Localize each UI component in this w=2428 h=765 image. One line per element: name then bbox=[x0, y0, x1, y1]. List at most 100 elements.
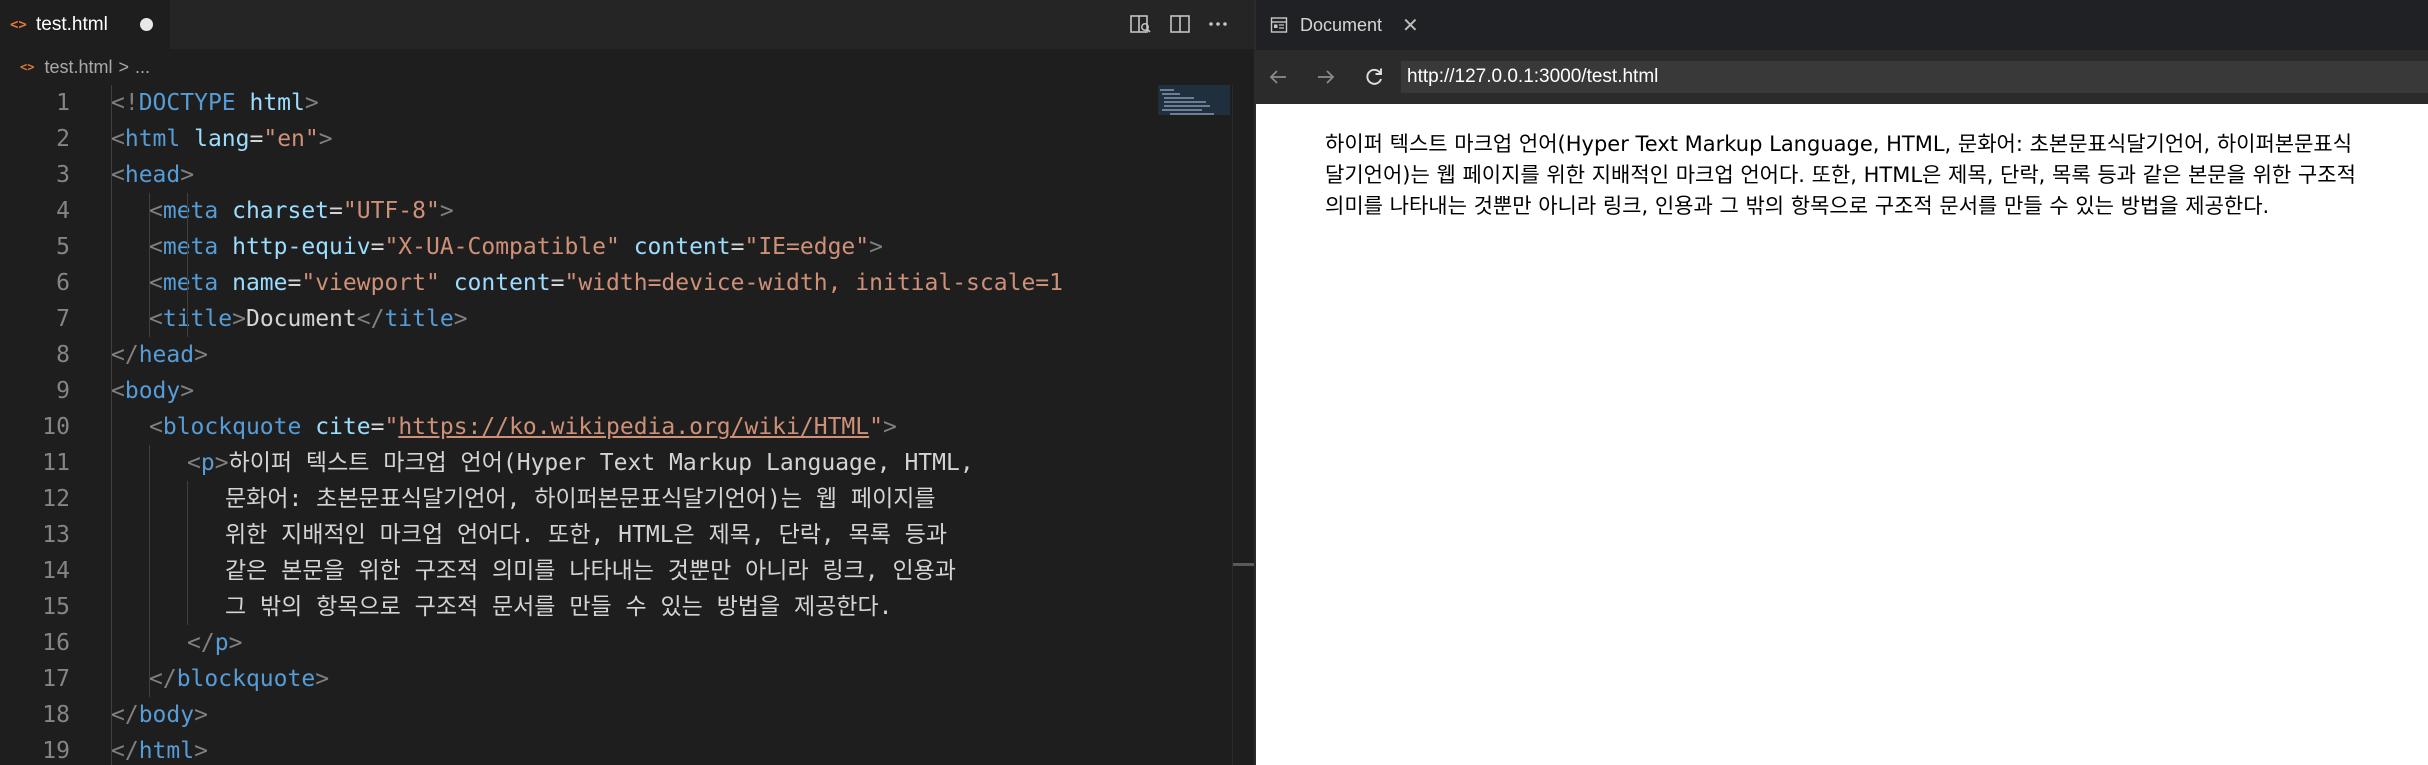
breadcrumb-separator: > bbox=[118, 56, 129, 77]
breadcrumb-more[interactable]: ... bbox=[135, 57, 150, 78]
code-token: html bbox=[124, 126, 181, 152]
code-line[interactable]: 3 <head> bbox=[0, 157, 1150, 193]
code-token: < bbox=[149, 198, 163, 224]
code-line[interactable]: 4 <meta charset="UTF-8"> bbox=[0, 193, 1150, 229]
code-token: > bbox=[869, 234, 883, 260]
code-token: > bbox=[882, 414, 897, 440]
code-text: 그 밖의 항목으로 구조적 문서를 만들 수 있는 방법을 제공한다. bbox=[225, 589, 892, 625]
code-line[interactable]: 2 <html lang="en"> bbox=[0, 121, 1150, 157]
code-token: = bbox=[287, 270, 302, 296]
line-number: 13 bbox=[42, 522, 70, 548]
code-token: = bbox=[329, 198, 343, 224]
code-token: </ bbox=[111, 702, 139, 728]
line-number: 11 bbox=[42, 450, 70, 476]
code-area[interactable]: 1 <!DOCTYPE html> 2 <html lang="en"> 3 <head>… bbox=[0, 85, 1150, 765]
code-token: charset bbox=[218, 198, 330, 224]
code-token: " bbox=[869, 414, 883, 440]
code-token: meta bbox=[162, 198, 219, 224]
code-token: > bbox=[180, 162, 195, 188]
code-token: head bbox=[138, 342, 195, 368]
code-token: p bbox=[200, 450, 215, 476]
code-token: = bbox=[370, 234, 385, 260]
code-line[interactable]: 13 위한 지배적인 마크업 언어다. 또한, HTML은 제목, 단락, 목록 … bbox=[0, 517, 1150, 553]
code-line[interactable]: 16 </p> bbox=[0, 625, 1150, 661]
more-actions-icon[interactable] bbox=[1206, 12, 1230, 36]
indent-guide bbox=[149, 193, 150, 337]
code-line[interactable]: 9 <body> bbox=[0, 373, 1150, 409]
line-number: 12 bbox=[42, 486, 70, 512]
browser-tab-document[interactable]: Document ✕ bbox=[1256, 0, 1430, 50]
code-text: <body> bbox=[111, 373, 194, 409]
code-token: https://ko.wikipedia.org/wiki/HTML bbox=[398, 414, 870, 440]
code-text: 위한 지배적인 마크업 언어다. 또한, HTML은 제목, 단락, 목록 등과 bbox=[225, 517, 947, 553]
line-number: 6 bbox=[56, 270, 70, 296]
code-text: <!DOCTYPE html> bbox=[111, 85, 319, 121]
code-token: <! bbox=[111, 90, 139, 116]
editor-scrollbar[interactable] bbox=[1232, 85, 1255, 765]
code-text: <meta name="viewport" content="width=dev… bbox=[149, 265, 1063, 301]
code-text: 같은 본문을 위한 구조적 의미를 나타내는 것뿐만 아니라 링크, 인용과 bbox=[225, 553, 956, 589]
reload-icon[interactable] bbox=[1362, 65, 1386, 89]
minimap[interactable] bbox=[1150, 85, 1230, 765]
code-line[interactable]: 19 </html> bbox=[0, 733, 1150, 765]
code-text: </body> bbox=[111, 697, 208, 733]
code-token: = bbox=[550, 270, 565, 296]
close-icon[interactable]: ✕ bbox=[1402, 13, 1419, 38]
code-text: <meta http-equiv="X-UA-Compatible" conte… bbox=[149, 229, 883, 265]
code-editor[interactable]: <> test.html <> test.html > ... 1 <!DOCTY… bbox=[0, 0, 1255, 765]
code-line[interactable]: 6 <meta name="viewport" content="width=de… bbox=[0, 265, 1150, 301]
code-text: <head> bbox=[111, 157, 194, 193]
code-line[interactable]: 5 <meta http-equiv="X-UA-Compatible" cont… bbox=[0, 229, 1150, 265]
tab-test-html[interactable]: <> test.html bbox=[0, 0, 170, 49]
line-number: 1 bbox=[56, 90, 70, 116]
code-token: </ bbox=[149, 666, 177, 692]
code-token: "X-UA-Compatible" bbox=[384, 234, 620, 260]
breadcrumb-filename[interactable]: test.html bbox=[44, 57, 112, 78]
forward-arrow-icon[interactable] bbox=[1314, 65, 1338, 89]
code-line[interactable]: 8 </head> bbox=[0, 337, 1150, 373]
code-line[interactable]: 14 같은 본문을 위한 구조적 의미를 나타내는 것뿐만 아니라 링크, 인용과 bbox=[0, 553, 1150, 589]
scrollbar-thumb[interactable] bbox=[1233, 563, 1255, 566]
url-bar[interactable]: http://127.0.0.1:3000/test.html bbox=[1401, 61, 2428, 93]
code-token: content bbox=[619, 234, 731, 260]
page-content: 하이퍼 텍스트 마크업 언어(Hyper Text Markup Languag… bbox=[1256, 104, 2428, 765]
code-token: > bbox=[214, 450, 229, 476]
code-text: </head> bbox=[111, 337, 208, 373]
indent-guide bbox=[111, 85, 112, 765]
line-number: 10 bbox=[42, 414, 70, 440]
code-line[interactable]: 1 <!DOCTYPE html> bbox=[0, 85, 1150, 121]
code-line[interactable]: 10 <blockquote cite="https://ko.wikipedia… bbox=[0, 409, 1150, 445]
code-token: < bbox=[149, 414, 163, 440]
indent-guide bbox=[187, 193, 188, 337]
line-number: 18 bbox=[42, 702, 70, 728]
code-line[interactable]: 15 그 밖의 항목으로 구조적 문서를 만들 수 있는 방법을 제공한다. bbox=[0, 589, 1150, 625]
code-token: < bbox=[149, 306, 163, 332]
code-token: body bbox=[124, 378, 181, 404]
code-line[interactable]: 11 <p>하이퍼 텍스트 마크업 언어(Hyper Text Markup La… bbox=[0, 445, 1150, 481]
code-token: DOCTYPE bbox=[138, 90, 236, 116]
code-token: title bbox=[162, 306, 233, 332]
code-text: <p>하이퍼 텍스트 마크업 언어(Hyper Text Markup Lang… bbox=[187, 445, 974, 481]
code-line[interactable]: 17 </blockquote> bbox=[0, 661, 1150, 697]
code-token: lang bbox=[180, 126, 250, 152]
code-token: Document bbox=[245, 306, 357, 332]
open-preview-to-side-icon[interactable] bbox=[1128, 12, 1152, 36]
code-line[interactable]: 18 </body> bbox=[0, 697, 1150, 733]
code-line[interactable]: 12 문화어: 초본문표식달기언어, 하이퍼본문표식달기언어)는 웹 페이지를 bbox=[0, 481, 1150, 517]
code-token: body bbox=[138, 702, 195, 728]
quote-paragraph: 하이퍼 텍스트 마크업 언어(Hyper Text Markup Languag… bbox=[1325, 132, 2356, 218]
code-token: "UTF-8" bbox=[342, 198, 440, 224]
unsaved-changes-dot-icon[interactable] bbox=[140, 18, 153, 31]
back-arrow-icon[interactable] bbox=[1266, 65, 1290, 89]
code-token: " bbox=[384, 414, 399, 440]
code-token: meta bbox=[162, 234, 219, 260]
code-text: <html lang="en"> bbox=[111, 121, 333, 157]
blockquote: 하이퍼 텍스트 마크업 언어(Hyper Text Markup Languag… bbox=[1325, 129, 2365, 222]
line-number: 15 bbox=[42, 594, 70, 620]
split-editor-icon[interactable] bbox=[1168, 12, 1192, 36]
code-token: = bbox=[730, 234, 745, 260]
code-line[interactable]: 7 <title>Document</title> bbox=[0, 301, 1150, 337]
code-token: title bbox=[384, 306, 454, 332]
indent-guide bbox=[149, 445, 150, 697]
breadcrumb: <> test.html > ... bbox=[0, 49, 1254, 85]
